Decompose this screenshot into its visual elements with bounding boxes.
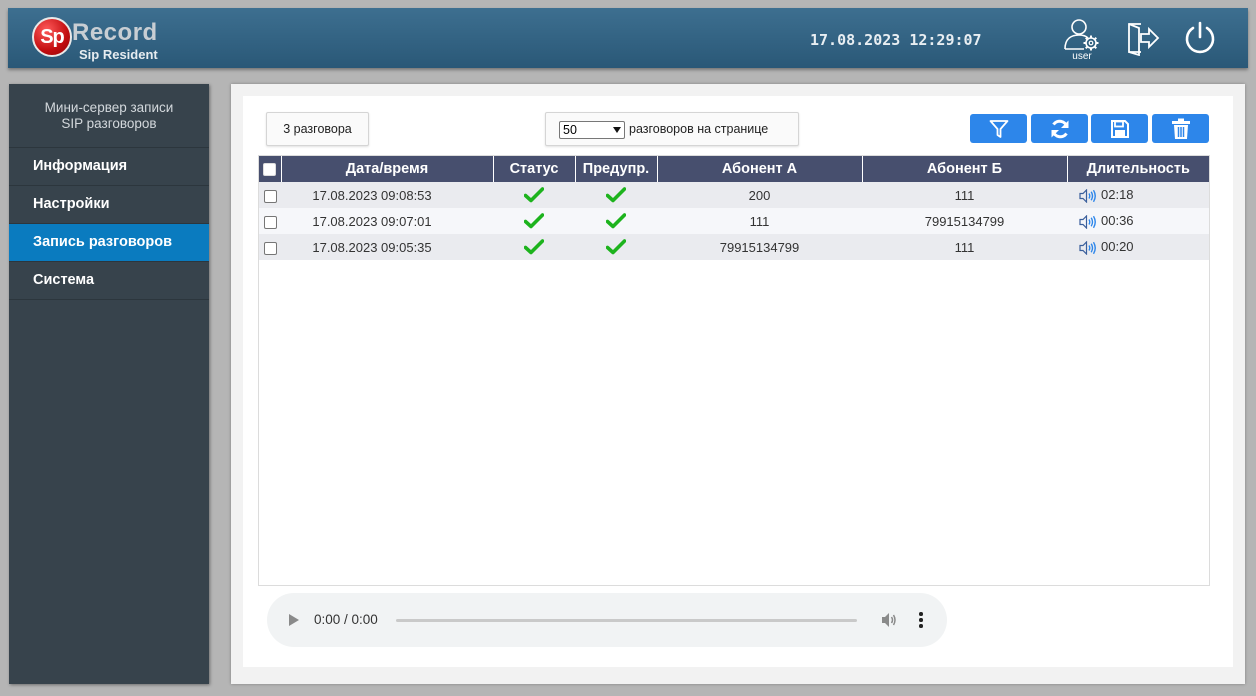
perpage-select[interactable]: 50 bbox=[559, 121, 625, 139]
more-options-icon[interactable] bbox=[919, 612, 923, 628]
refresh-icon bbox=[1051, 119, 1068, 138]
audio-speaker-icon[interactable] bbox=[1079, 240, 1097, 256]
row-datetime: 17.08.2023 09:05:35 bbox=[281, 234, 493, 260]
row-subscriber-b: 111 bbox=[862, 234, 1067, 260]
table-row[interactable]: 17.08.2023 09:07:01 111 79915134799 00:36 bbox=[259, 208, 1209, 234]
filter-icon bbox=[989, 119, 1008, 138]
select-all-cell bbox=[259, 156, 282, 182]
column-duration[interactable]: Длительность bbox=[1067, 156, 1209, 182]
row-select-cell bbox=[259, 234, 281, 260]
conversation-count: 3 разговора bbox=[266, 112, 369, 146]
logo-subtitle: Sip Resident bbox=[79, 47, 158, 62]
sidebar-item-recordings[interactable]: Запись разговоров bbox=[9, 224, 209, 262]
row-datetime: 17.08.2023 09:08:53 bbox=[281, 182, 493, 208]
sidebar-item-settings[interactable]: Настройки bbox=[9, 186, 209, 224]
audio-speaker-icon[interactable] bbox=[1079, 214, 1097, 230]
audio-progress-slider[interactable] bbox=[396, 619, 857, 622]
filter-button[interactable] bbox=[970, 114, 1027, 143]
row-subscriber-b: 111 bbox=[862, 182, 1067, 208]
play-icon[interactable] bbox=[289, 614, 299, 626]
current-datetime: 17.08.2023 12:29:07 bbox=[810, 31, 982, 49]
row-subscriber-a: 79915134799 bbox=[657, 234, 862, 260]
user-label: user bbox=[1072, 51, 1092, 62]
trash-icon bbox=[1171, 118, 1190, 139]
row-warning bbox=[575, 234, 657, 260]
table-row[interactable]: 17.08.2023 09:08:53 200 111 02:18 bbox=[259, 182, 1209, 208]
row-duration-value: 00:36 bbox=[1101, 213, 1134, 229]
volume-icon[interactable] bbox=[880, 611, 898, 629]
row-status bbox=[493, 182, 575, 208]
row-duration: 00:20 bbox=[1067, 234, 1209, 260]
sidebar-item-info[interactable]: Информация bbox=[9, 148, 209, 186]
check-icon bbox=[605, 239, 627, 255]
row-warning bbox=[575, 208, 657, 234]
row-duration-value: 02:18 bbox=[1101, 187, 1134, 203]
logout-button[interactable] bbox=[1125, 20, 1161, 58]
row-duration: 02:18 bbox=[1067, 182, 1209, 208]
check-icon bbox=[523, 213, 545, 229]
sidebar-item-system[interactable]: Система bbox=[9, 262, 209, 300]
column-datetime[interactable]: Дата/время bbox=[281, 156, 494, 182]
main-content: 3 разговора 50 разговоров на странице Да… bbox=[243, 96, 1233, 667]
audio-player: 0:00 / 0:00 bbox=[267, 593, 947, 647]
delete-button[interactable] bbox=[1152, 114, 1209, 143]
column-warning[interactable]: Предупр. bbox=[575, 156, 658, 182]
row-select-cell bbox=[259, 208, 281, 234]
column-subscriber-b[interactable]: Абонент Б bbox=[862, 156, 1068, 182]
column-subscriber-a[interactable]: Абонент А bbox=[657, 156, 863, 182]
table-header: Дата/время Статус Предупр. Абонент А Або… bbox=[259, 156, 1209, 182]
row-warning bbox=[575, 182, 657, 208]
power-icon bbox=[1185, 21, 1215, 54]
perpage-control: 50 разговоров на странице bbox=[545, 112, 799, 146]
save-icon bbox=[1110, 119, 1129, 138]
row-subscriber-a: 111 bbox=[657, 208, 862, 234]
row-checkbox[interactable] bbox=[263, 189, 277, 203]
check-icon bbox=[605, 187, 627, 203]
row-subscriber-a: 200 bbox=[657, 182, 862, 208]
row-status bbox=[493, 208, 575, 234]
refresh-button[interactable] bbox=[1031, 114, 1088, 143]
audio-time: 0:00 / 0:00 bbox=[314, 612, 378, 627]
sidebar-title: Мини-сервер записи SIP разговоров bbox=[9, 84, 209, 148]
recordings-table: Дата/время Статус Предупр. Абонент А Або… bbox=[258, 155, 1210, 586]
save-button[interactable] bbox=[1091, 114, 1148, 143]
row-checkbox[interactable] bbox=[263, 215, 277, 229]
row-datetime: 17.08.2023 09:07:01 bbox=[281, 208, 493, 234]
audio-speaker-icon[interactable] bbox=[1079, 188, 1097, 204]
check-icon bbox=[523, 239, 545, 255]
check-icon bbox=[605, 213, 627, 229]
top-header: Sp Record Sip Resident 17.08.2023 12:29:… bbox=[8, 8, 1248, 68]
row-select-cell bbox=[259, 182, 281, 208]
check-icon bbox=[523, 187, 545, 203]
column-status[interactable]: Статус bbox=[493, 156, 576, 182]
row-status bbox=[493, 234, 575, 260]
main-panel: 3 разговора 50 разговоров на странице Да… bbox=[231, 84, 1245, 684]
perpage-label: разговоров на странице bbox=[629, 122, 769, 136]
row-subscriber-b: 79915134799 bbox=[862, 208, 1067, 234]
sidebar: Мини-сервер записи SIP разговоров Информ… bbox=[9, 84, 209, 684]
chevron-down-icon bbox=[613, 127, 621, 133]
app-logo: Sp Record Sip Resident bbox=[32, 16, 172, 62]
row-duration-value: 00:20 bbox=[1101, 239, 1134, 255]
logo-name: Record bbox=[72, 19, 158, 46]
select-all-checkbox[interactable] bbox=[263, 162, 277, 176]
logo-badge: Sp bbox=[32, 17, 72, 57]
power-button[interactable] bbox=[1182, 20, 1218, 58]
logout-icon bbox=[1128, 23, 1160, 57]
user-settings-button[interactable]: user bbox=[1060, 18, 1104, 64]
user-settings-icon bbox=[1064, 19, 1099, 51]
row-checkbox[interactable] bbox=[263, 241, 277, 255]
table-row[interactable]: 17.08.2023 09:05:35 79915134799 111 00:20 bbox=[259, 234, 1209, 260]
row-duration: 00:36 bbox=[1067, 208, 1209, 234]
